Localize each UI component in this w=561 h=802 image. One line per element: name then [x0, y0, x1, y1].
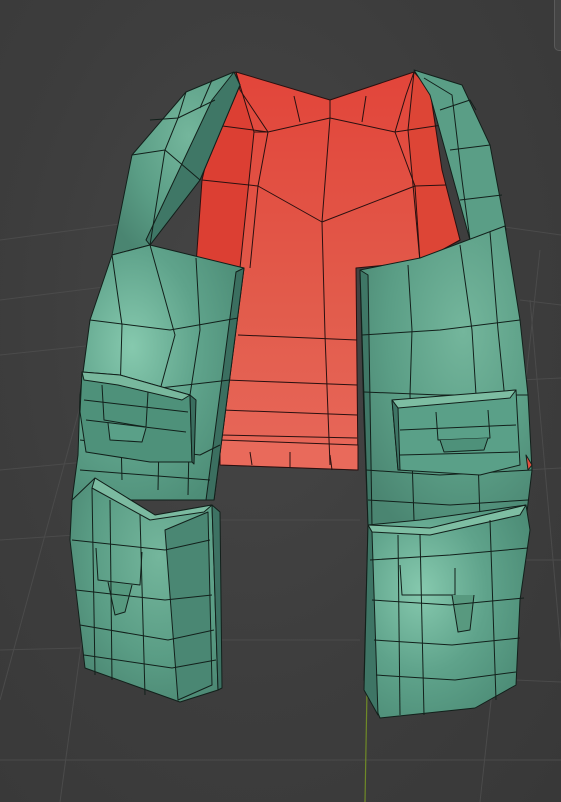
viewport-canvas[interactable]	[0, 0, 561, 802]
3d-viewport[interactable]	[0, 0, 561, 802]
scroll-nub-icon[interactable]	[554, 0, 561, 51]
y-axis-line	[364, 689, 368, 802]
